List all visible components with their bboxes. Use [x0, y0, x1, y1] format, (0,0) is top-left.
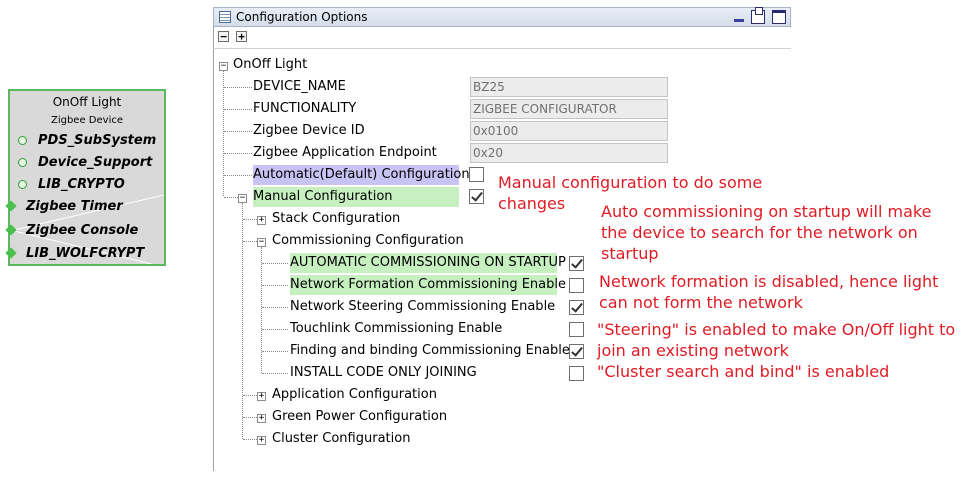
annotation-cluster: "Cluster search and bind" is enabled [597, 362, 890, 381]
tree-line [242, 203, 243, 439]
dependency-dot-icon [18, 136, 27, 145]
device-id-label: Zigbee Device ID [253, 123, 365, 138]
endpoint-field[interactable]: 0x20 [470, 143, 668, 163]
connection-row[interactable]: Zigbee Timer [5, 197, 164, 217]
finding-binding-checkbox[interactable] [569, 344, 584, 359]
install-code-label: INSTALL CODE ONLY JOINING [290, 365, 477, 380]
panel-title: Configuration Options [236, 10, 368, 24]
annotation-auto-line2: the device to search for the network on [601, 223, 918, 242]
expand-all-button[interactable]: + [236, 31, 247, 42]
tree-node-green-power-configuration[interactable]: Green Power Configuration [272, 407, 447, 427]
dependency-label: PDS_SubSystem [38, 133, 157, 148]
dependency-dot-icon [18, 180, 27, 189]
network-steering-checkbox[interactable] [569, 300, 584, 315]
network-steering-label: Network Steering Commissioning Enable [290, 299, 556, 314]
finding-binding-label: Finding and binding Commissioning Enable [290, 343, 570, 358]
tree-line [243, 219, 257, 220]
connection-row[interactable]: Zigbee Console [5, 221, 164, 241]
connection-diamond-icon [5, 247, 17, 259]
tree-node-application-configuration[interactable]: Application Configuration [272, 385, 437, 405]
collapse-all-button[interactable]: − [218, 31, 229, 42]
tree-line [262, 307, 288, 308]
tree-line [262, 285, 288, 286]
functionality-label: FUNCTIONALITY [253, 101, 357, 116]
connection-diamond-icon [5, 224, 17, 236]
dependency-row[interactable]: PDS_SubSystem [10, 131, 164, 151]
connection-label: Zigbee Timer [26, 199, 123, 214]
tree-line [261, 247, 262, 373]
tree-line [243, 417, 257, 418]
connection-row[interactable]: LIB_WOLFCRYPT [5, 244, 164, 264]
automatic-configuration-checkbox[interactable] [469, 167, 484, 182]
manual-configuration-label[interactable]: Manual Configuration [253, 187, 459, 207]
annotation-manual-line2: changes [498, 194, 566, 213]
tree-line [224, 153, 252, 154]
dependency-label: LIB_CRYPTO [38, 177, 125, 192]
annotation-auto-line1: Auto commissioning on startup will make [601, 202, 932, 221]
touchlink-checkbox[interactable] [569, 322, 584, 337]
automatic-commissioning-label: AUTOMATIC COMMISSIONING ON STARTUP [290, 253, 566, 273]
tree-line [243, 395, 257, 396]
dependency-label: Device_Support [38, 155, 153, 170]
tree-node-stack-configuration[interactable]: Stack Configuration [272, 209, 400, 229]
tree-node-cluster-configuration[interactable]: Cluster Configuration [272, 429, 410, 449]
tree-node-commissioning-configuration[interactable]: Commissioning Configuration [272, 231, 464, 251]
automatic-configuration-label: Automatic(Default) Configuration [253, 165, 470, 185]
annotation-steering-line1: "Steering" is enabled to make On/Off lig… [597, 320, 956, 339]
connection-diamond-icon [5, 200, 17, 212]
expand-icon[interactable]: + [257, 216, 266, 225]
device-id-field[interactable]: 0x0100 [470, 121, 668, 141]
tree-line [262, 263, 288, 264]
dependency-row[interactable]: Device_Support [10, 153, 164, 173]
tree-line [243, 241, 257, 242]
functionality-field[interactable]: ZIGBEE CONFIGURATOR [470, 99, 668, 119]
component-title: OnOff Light [52, 95, 122, 109]
dependency-dot-icon [18, 158, 27, 167]
network-formation-label: Network Formation Commissioning Enable [290, 275, 566, 295]
endpoint-label: Zigbee Application Endpoint [253, 145, 437, 160]
annotation-auto-line3: startup [601, 244, 659, 263]
tree-line [223, 71, 224, 196]
expand-icon[interactable]: + [257, 392, 266, 401]
annotation-manual-line1: Manual configuration to do some [498, 173, 763, 192]
tree-line [224, 109, 252, 110]
tree-line [262, 351, 288, 352]
annotation-formation-line1: Network formation is disabled, hence lig… [599, 272, 939, 291]
connection-label: LIB_WOLFCRYPT [26, 246, 145, 261]
manual-configuration-checkbox[interactable] [469, 189, 484, 204]
tree-root-onoff-light[interactable]: OnOff Light [233, 55, 307, 75]
panel-border [213, 7, 214, 471]
tree-line [262, 373, 288, 374]
component-subtitle: Zigbee Device [50, 115, 123, 126]
tree-line [224, 131, 252, 132]
collapse-icon[interactable]: − [257, 238, 266, 247]
tree-line [262, 329, 288, 330]
expand-icon[interactable]: + [257, 414, 266, 423]
device-name-field[interactable]: BZ25 [470, 77, 668, 97]
annotation-steering-line2: join an existing network [597, 341, 789, 360]
network-formation-checkbox[interactable] [569, 278, 584, 293]
tree-toolbar: − + [213, 27, 791, 49]
tree-line [243, 439, 257, 440]
install-code-checkbox[interactable] [569, 366, 584, 381]
dependency-row[interactable]: LIB_CRYPTO [10, 175, 164, 195]
title-bar[interactable]: Configuration Options [213, 7, 791, 27]
maximize-icon[interactable] [772, 10, 786, 24]
expand-icon[interactable]: + [257, 436, 266, 445]
collapse-icon[interactable]: − [238, 194, 247, 203]
panel-list-icon [219, 11, 231, 23]
collapse-icon[interactable]: − [219, 62, 228, 71]
device-name-label: DEVICE_NAME [253, 79, 346, 94]
tree-line [224, 175, 252, 176]
float-window-icon[interactable] [751, 7, 765, 24]
automatic-commissioning-checkbox[interactable] [569, 256, 584, 271]
component-block[interactable]: OnOff Light Zigbee Device PDS_SubSystem … [5, 89, 166, 266]
tree-line [224, 87, 252, 88]
touchlink-label: Touchlink Commissioning Enable [290, 321, 503, 336]
annotation-formation-line2: can not form the network [599, 293, 803, 312]
connection-label: Zigbee Console [26, 223, 139, 238]
minimize-icon[interactable] [732, 10, 746, 24]
